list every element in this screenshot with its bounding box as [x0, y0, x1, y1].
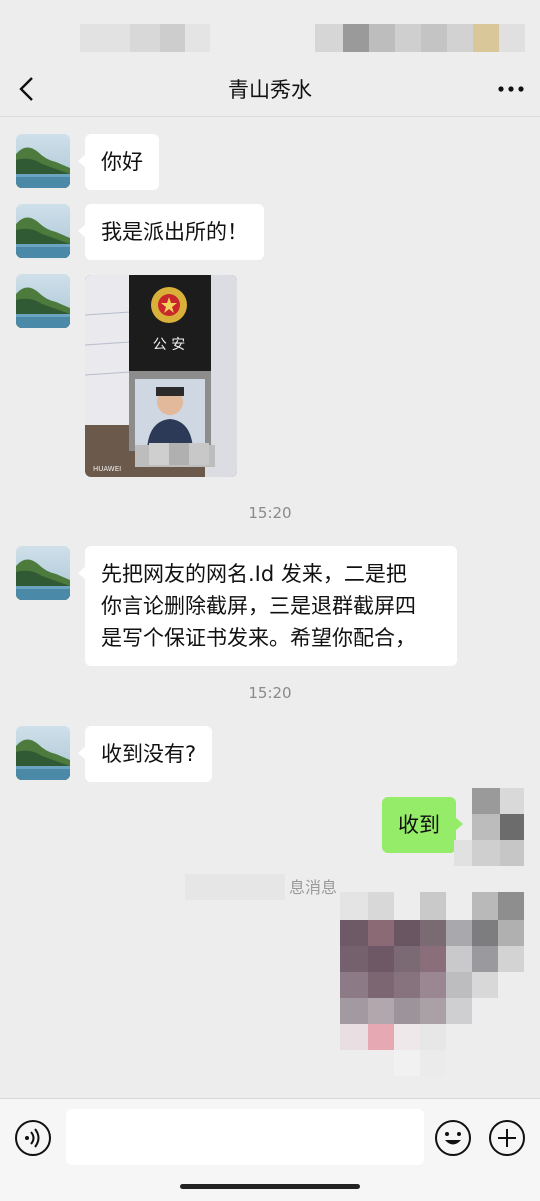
timestamp: 15:20 [248, 504, 292, 522]
message-text-line: 先把网友的网名.Id 发来，二是把 [101, 562, 407, 586]
status-bar-blur [395, 24, 421, 52]
nav-bar: 青山秀水 [0, 62, 540, 117]
status-bar-blur [499, 24, 525, 52]
message-bubble[interactable]: 先把网友的网名.Id 发来，二是把 你言论删除截屏，三是退群截屏四 是写个保证书… [78, 546, 457, 666]
badge-text: 公 安 [153, 337, 185, 353]
status-bar [0, 0, 540, 62]
status-bar-blur [315, 24, 343, 52]
police-id-photo: 公 安 HUAWEI [85, 275, 237, 477]
timestamp: 15:20 [248, 684, 292, 702]
chat-title: 青山秀水 [228, 78, 312, 102]
avatar-image [16, 274, 70, 328]
status-bar-blur [160, 24, 185, 52]
message-text: 你好 [101, 150, 143, 174]
message-bubble[interactable]: 你好 [78, 134, 159, 190]
message-text: 收到 [398, 813, 440, 837]
avatar-image [16, 546, 70, 600]
avatar-image [16, 134, 70, 188]
my-avatar-pixelated[interactable] [454, 788, 524, 866]
status-bar-blur [473, 24, 499, 52]
home-indicator[interactable] [180, 1184, 360, 1189]
emoji-icon[interactable] [434, 1119, 472, 1157]
my-message-bubble[interactable]: 收到 [382, 797, 463, 853]
status-bar-blur [80, 24, 130, 52]
status-bar-blur [185, 24, 210, 52]
message-bubble[interactable]: 收到没有? [77, 726, 213, 782]
contact-avatar[interactable] [16, 546, 70, 600]
message-text: 收到没有? [101, 742, 197, 766]
more-dots-icon[interactable] [494, 74, 528, 104]
camera-watermark: HUAWEI [93, 465, 121, 473]
status-bar-blur [447, 24, 473, 52]
message-text-line: 是写个保证书发来。希望你配合， [101, 626, 416, 650]
status-bar-blur [343, 24, 369, 52]
voice-icon[interactable] [14, 1119, 52, 1157]
plus-icon[interactable] [488, 1119, 526, 1157]
censored-image[interactable] [340, 892, 524, 1098]
message-text-line: 你言论删除截屏，三是退群截屏四 [101, 594, 416, 618]
contact-avatar[interactable] [16, 134, 70, 188]
status-bar-blur [130, 24, 160, 52]
status-bar-blur [369, 24, 395, 52]
status-bar-blur [421, 24, 447, 52]
contact-avatar[interactable] [16, 726, 70, 780]
system-notice-text: 息消息 [289, 878, 338, 897]
avatar-image [16, 726, 70, 780]
image-message[interactable]: 公 安 HUAWEI [85, 275, 237, 477]
contact-avatar[interactable] [16, 204, 70, 258]
message-input[interactable] [66, 1109, 424, 1165]
message-text: 我是派出所的！ [101, 220, 248, 244]
contact-avatar[interactable] [16, 274, 70, 328]
message-bubble[interactable]: 我是派出所的！ [78, 204, 264, 260]
avatar-image [16, 204, 70, 258]
